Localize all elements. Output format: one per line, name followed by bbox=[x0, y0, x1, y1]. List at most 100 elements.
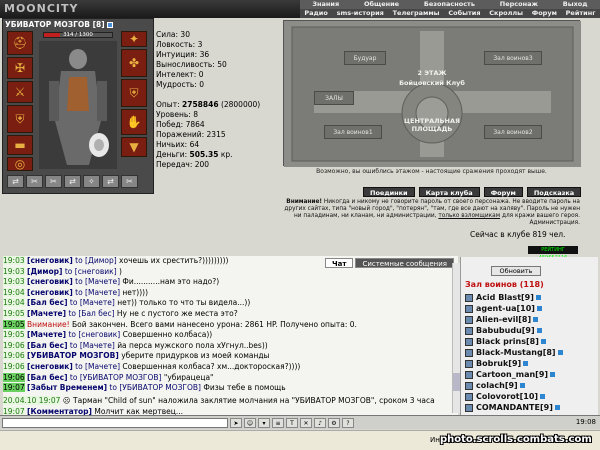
user-name[interactable]: Cartoon_man bbox=[476, 370, 535, 379]
menu-item-forum[interactable]: Форум bbox=[532, 9, 557, 18]
map-club-label[interactable]: Бойцовский Клуб bbox=[392, 79, 472, 87]
helmet-slot[interactable]: ⛑ bbox=[7, 31, 33, 55]
tab-system[interactable]: Системные сообщения bbox=[355, 258, 454, 268]
menu-item-events[interactable]: События bbox=[448, 9, 480, 18]
hall-boudoir[interactable]: Будуар bbox=[344, 51, 386, 65]
user-info-icon[interactable] bbox=[533, 317, 539, 322]
message-author[interactable]: [Димор] bbox=[27, 267, 62, 276]
menu-item-character[interactable]: Персонаж bbox=[500, 0, 538, 9]
menu-item-sms[interactable]: sms-история bbox=[337, 9, 384, 18]
site-logo[interactable]: MOONCITY bbox=[4, 2, 79, 15]
help-icon[interactable]: ? bbox=[342, 417, 354, 428]
message-author[interactable]: [Бал бес] bbox=[27, 341, 68, 350]
user-list-item[interactable]: Bobruk[9] bbox=[465, 359, 529, 368]
message-recipient[interactable]: to [УБИВАТОР МОЗГОВ] bbox=[70, 373, 162, 382]
bag-slot-5[interactable]: ✧ bbox=[83, 175, 100, 188]
user-name[interactable]: Colovorot bbox=[476, 392, 520, 401]
filter-icon[interactable]: ▾ bbox=[258, 417, 270, 428]
message-author[interactable]: [Мачете] bbox=[27, 330, 66, 339]
user-list-item[interactable]: Acid Blast[9] bbox=[465, 293, 541, 302]
hall-warriors-3[interactable]: Зал воинов3 bbox=[484, 51, 542, 65]
user-name[interactable]: Black-Mustang bbox=[476, 348, 543, 357]
earring-slot[interactable]: ✦ bbox=[121, 31, 147, 47]
hall-warriors-1[interactable]: Зал воинов1 bbox=[324, 125, 382, 139]
user-info-icon[interactable] bbox=[536, 328, 542, 333]
amulet-slot[interactable]: ✠ bbox=[7, 57, 33, 79]
menu-item-telegrams[interactable]: Телеграммы bbox=[393, 9, 440, 18]
user-name[interactable]: Black prins bbox=[476, 337, 526, 346]
message-recipient[interactable]: to [Мачете] bbox=[75, 362, 120, 371]
user-info-icon[interactable] bbox=[540, 394, 546, 399]
user-name[interactable]: Babubudu bbox=[476, 326, 522, 335]
user-name[interactable]: COMANDANTE bbox=[476, 403, 540, 412]
user-info-icon[interactable] bbox=[519, 383, 525, 388]
menu-item-exit[interactable]: Выход bbox=[563, 0, 588, 9]
belt-slot[interactable]: ▬ bbox=[7, 135, 33, 155]
message-author[interactable]: [снеговик] bbox=[27, 277, 73, 286]
user-info-icon[interactable] bbox=[554, 405, 560, 410]
forum-button[interactable]: Форум bbox=[483, 187, 523, 197]
sound-icon[interactable]: ♪ bbox=[314, 417, 326, 428]
user-info-icon[interactable] bbox=[540, 339, 546, 344]
user-name[interactable]: agent-ua bbox=[476, 304, 516, 313]
duels-button[interactable]: Поединки bbox=[363, 187, 415, 197]
user-list-item[interactable]: Black prins[8] bbox=[465, 337, 546, 346]
settings-icon[interactable]: ⚙ bbox=[328, 417, 340, 428]
armor-slot[interactable]: ⛨ bbox=[7, 105, 33, 133]
ring-slot[interactable]: ◎ bbox=[7, 157, 33, 171]
user-list-item[interactable]: Cartoon_man[9] bbox=[465, 370, 556, 379]
message-author[interactable]: [снеговик] bbox=[27, 362, 73, 371]
user-list-item[interactable]: COMANDANTE[9] bbox=[465, 403, 560, 412]
send-icon[interactable]: ➤ bbox=[230, 417, 242, 428]
message-recipient[interactable]: to [снеговик] bbox=[68, 330, 120, 339]
user-list-item[interactable]: Alien-evil[8] bbox=[465, 315, 539, 324]
message-recipient[interactable]: to [Мачете] bbox=[70, 298, 115, 307]
gloves-slot[interactable]: ✋ bbox=[121, 109, 147, 135]
message-recipient[interactable]: to [снеговик] bbox=[65, 267, 117, 276]
user-list-item[interactable]: Black-Mustang[8] bbox=[465, 348, 563, 357]
user-info-icon[interactable] bbox=[536, 306, 542, 311]
user-name[interactable]: Bobruk bbox=[476, 359, 508, 368]
menu-item-radio[interactable]: Радио bbox=[304, 9, 327, 18]
refresh-button[interactable]: Обновить bbox=[491, 266, 541, 276]
bag-slot-6[interactable]: ⇄ bbox=[102, 175, 119, 188]
hint-button[interactable]: Подсказка bbox=[526, 187, 582, 197]
club-map-button[interactable]: Карта клуба bbox=[418, 187, 480, 197]
menu-item-rating[interactable]: Рейтинг bbox=[566, 9, 596, 18]
character-name[interactable]: УБИВАТОР МОЗГОВ [8] bbox=[5, 20, 113, 29]
chat-scrollbar[interactable] bbox=[452, 263, 461, 413]
menu-item-communication[interactable]: Общение bbox=[364, 0, 399, 9]
message-author[interactable]: [снеговик] bbox=[27, 288, 73, 297]
message-recipient[interactable]: to [Бал бес] bbox=[68, 309, 114, 318]
user-list-item[interactable]: colach[9] bbox=[465, 381, 525, 390]
menu-item-security[interactable]: Безопасность bbox=[424, 0, 475, 9]
weapon-slot[interactable]: ⚔ bbox=[7, 81, 33, 103]
message-author[interactable]: [снеговик] bbox=[27, 256, 73, 265]
bag-slot-2[interactable]: ✂ bbox=[26, 175, 43, 188]
hall-halls[interactable]: ЗАЛЫ bbox=[314, 91, 354, 105]
user-name[interactable]: Acid Blast bbox=[476, 293, 521, 302]
message-author[interactable]: [УБИВАТОР МОЗГОВ] bbox=[27, 351, 119, 360]
message-recipient[interactable]: to [УБИВАТОР МОЗГОВ] bbox=[109, 383, 201, 392]
user-list-item[interactable]: Colovorot[10] bbox=[465, 392, 546, 401]
bag-slot-7[interactable]: ✂ bbox=[121, 175, 138, 188]
message-recipient[interactable]: to [Мачете] bbox=[70, 341, 115, 350]
message-recipient[interactable]: to [Мачете] bbox=[75, 277, 120, 286]
bag-slot-4[interactable]: ⇄ bbox=[64, 175, 81, 188]
info-icon[interactable] bbox=[106, 22, 113, 28]
boots-slot[interactable]: ▼ bbox=[121, 137, 147, 157]
menu-item-scrolls[interactable]: Скроллы bbox=[489, 9, 523, 18]
scroll-icon[interactable]: ≡ bbox=[272, 417, 284, 428]
shoulder-slot[interactable]: ✤ bbox=[121, 49, 147, 77]
clear-icon[interactable]: ✕ bbox=[300, 417, 312, 428]
message-author[interactable]: [Забыт Временем] bbox=[27, 383, 107, 392]
character-figure[interactable] bbox=[39, 41, 117, 169]
message-author[interactable]: Внимание! bbox=[27, 320, 70, 329]
message-recipient[interactable]: to [Мачете] bbox=[75, 288, 120, 297]
smile-icon[interactable]: ☺ bbox=[244, 417, 256, 428]
user-info-icon[interactable] bbox=[535, 295, 541, 300]
rating-counter[interactable]: РЕЙТИНГ 459652116 bbox=[528, 246, 578, 261]
message-recipient[interactable]: to [Димор] bbox=[75, 256, 117, 265]
chat-input[interactable] bbox=[2, 417, 228, 428]
message-author[interactable]: [Бал бес] bbox=[27, 373, 68, 382]
